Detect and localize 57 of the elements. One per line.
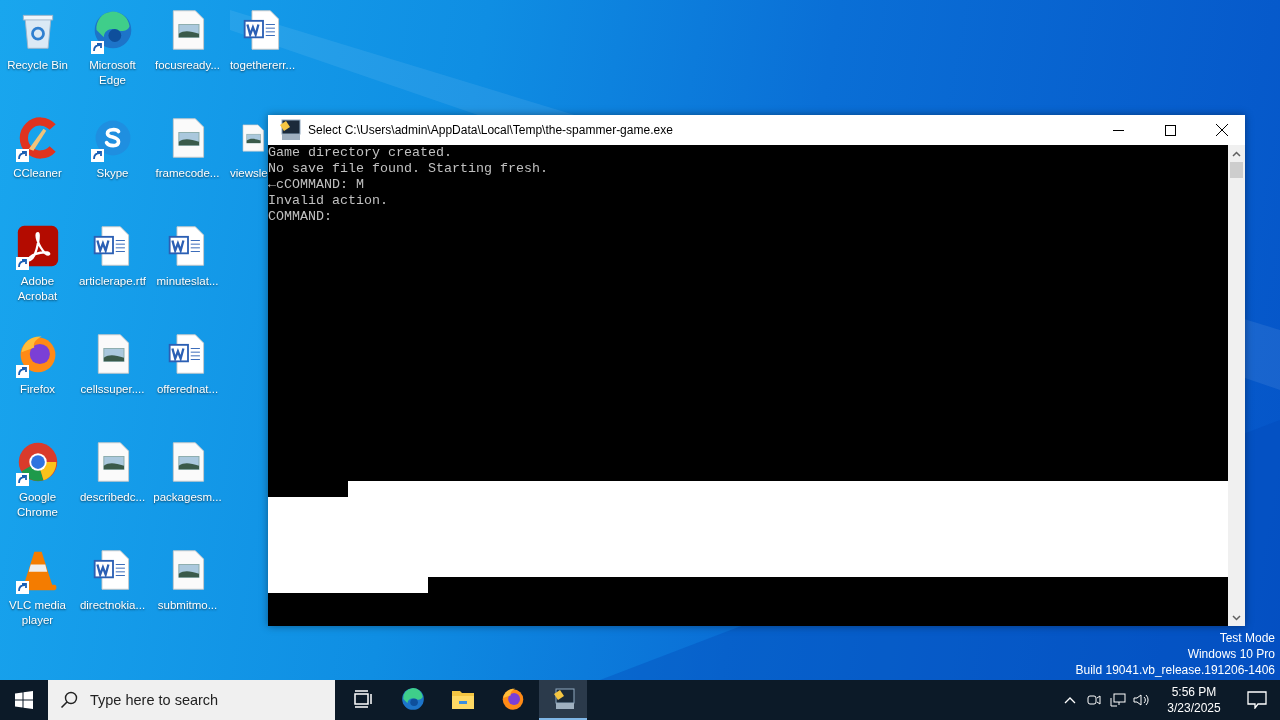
scroll-thumb[interactable] [1230, 162, 1243, 178]
shortcut-arrow-icon [15, 365, 29, 378]
speaker-icon [1133, 693, 1151, 707]
scrollbar[interactable] [1228, 145, 1245, 626]
console-line: Game directory created. [268, 145, 453, 161]
acrobat-icon [15, 224, 60, 268]
desktop-icon-label[interactable]: togethererr... [225, 58, 300, 73]
message-icon [1247, 691, 1267, 709]
desktop-icon-label[interactable]: focusready... [150, 58, 225, 73]
desktop-icon-label[interactable]: minuteslat... [150, 274, 225, 289]
desktop-icon-label[interactable]: Firefox [0, 382, 75, 397]
shortcut-arrow-icon [15, 581, 29, 594]
desktop-icon-label[interactable]: Recycle Bin [0, 58, 75, 73]
shortcut-arrow-icon [15, 257, 29, 270]
shortcut-arrow-icon [90, 149, 104, 162]
shortcut-arrow-icon [90, 41, 104, 54]
console-line: Invalid action. [268, 193, 389, 209]
network-icon [1110, 693, 1126, 707]
desktop-icon-label[interactable]: directnokia... [75, 598, 150, 613]
windows-logo-icon [15, 691, 33, 709]
shortcut-arrow-icon [15, 473, 29, 486]
console-line: No save file found. Starting fresh. [268, 161, 549, 177]
desktop-icon-label[interactable]: framecode... [150, 166, 225, 181]
chevron-up-icon [1064, 696, 1076, 704]
desktop-icon-label[interactable]: CCleaner [0, 166, 75, 181]
desktop-icon-label[interactable]: cellssuper.... [75, 382, 150, 397]
caret-up-icon [1232, 150, 1241, 157]
camera-icon [1087, 693, 1101, 707]
system-info-text: Build 19041.vb_release.191206-1406 [1075, 662, 1275, 678]
maximize-icon [1164, 124, 1176, 136]
desktop-icon-label[interactable]: Adobe Acrobat [0, 274, 75, 304]
shortcut-arrow-icon [15, 149, 29, 162]
firefox-icon [500, 686, 526, 712]
desktop-icon-label[interactable]: Google Chrome [0, 490, 75, 520]
edge-icon [400, 686, 426, 712]
taskbar-app-button[interactable] [539, 680, 587, 720]
search-icon [60, 691, 78, 709]
console-line: COMMAND: [268, 209, 333, 225]
desktop-icon-label[interactable]: Skype [75, 166, 150, 181]
caret-down-icon [1232, 614, 1241, 621]
search-field[interactable]: Type here to search [88, 691, 332, 709]
close-icon [1216, 124, 1228, 136]
console-line: ←cCOMMAND: M [268, 177, 365, 193]
clock[interactable]: 5:56 PM 3/23/2025 [1154, 680, 1234, 720]
desktop-icon-label[interactable]: viewsle [230, 166, 268, 181]
desktop-icon-label[interactable]: packagesm... [150, 490, 225, 505]
desktop-icon-label[interactable]: describedc... [75, 490, 150, 505]
desktop-icon-label[interactable]: offerednat... [150, 382, 225, 397]
desktop-icon-label[interactable]: Microsoft Edge [75, 58, 150, 88]
system-info-text: Windows 10 Pro [1187, 646, 1275, 662]
search-bar[interactable]: Type here to search [48, 680, 335, 720]
system-info-text: Test Mode [1219, 630, 1275, 646]
desktop-icon-label[interactable]: submitmo... [150, 598, 225, 613]
task-view-icon [352, 688, 374, 710]
window-title: Select C:\Users\admin\AppData\Local\Temp\the-spammer-game.exe [308, 123, 674, 137]
desktop-icon-label[interactable]: articlerape.rtf [75, 274, 150, 289]
desktop-icon-label[interactable]: VLC media player [0, 598, 75, 628]
